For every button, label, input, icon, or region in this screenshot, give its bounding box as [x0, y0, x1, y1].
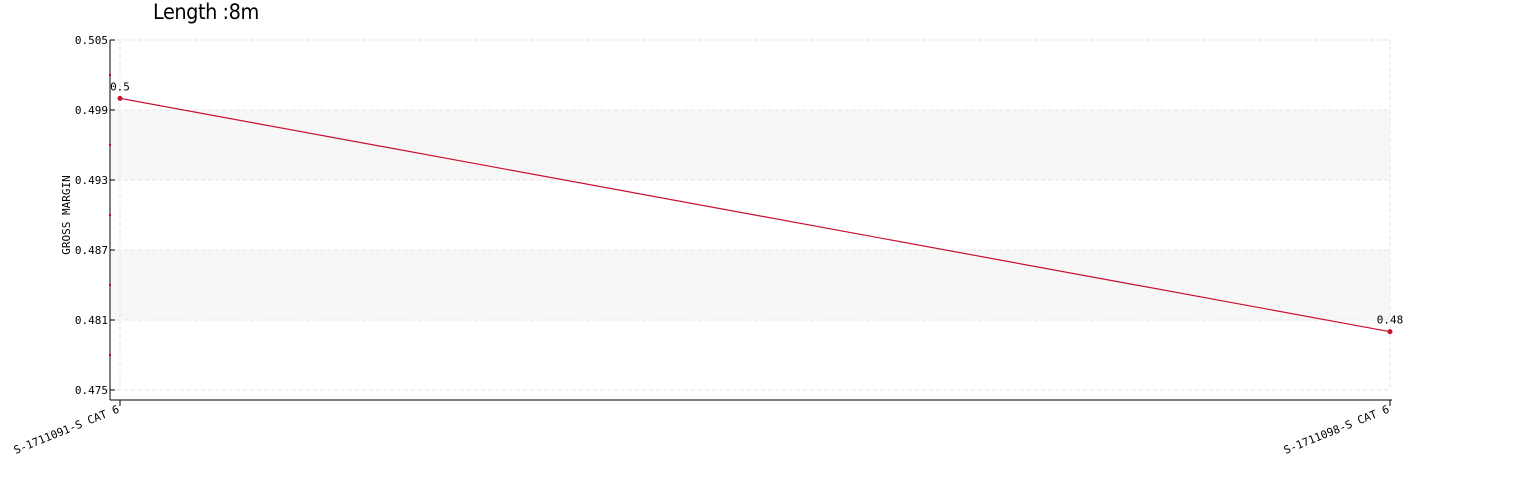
- data-point: [117, 95, 123, 101]
- chart-svg: 0.475 0.481 0.487 0.493 0.499 0.505 GROSS MARG…: [12, 34, 1404, 457]
- y-tick-label: 0.493: [75, 174, 108, 187]
- y-tick-label: 0.481: [75, 314, 108, 327]
- chart-title: Length :8m: [153, 0, 259, 24]
- data-label: 0.48: [1377, 314, 1404, 327]
- y-tick-label: 0.499: [75, 104, 108, 117]
- y-tick-label: 0.487: [75, 244, 108, 257]
- y-tick-label: 0.505: [75, 34, 108, 47]
- x-tick-label: S-1711091-S CAT 6: [12, 403, 121, 457]
- data-point: [1387, 329, 1393, 335]
- x-tick-label: S-1711098-S CAT 6: [1282, 403, 1391, 457]
- chart: Length :8m 0.475 0.481 0.487 0.493 0.499 0.50…: [0, 0, 1520, 480]
- grid-band: [110, 250, 1390, 320]
- grid-band: [110, 110, 1390, 180]
- y-tick-label: 0.475: [75, 384, 108, 397]
- y-axis-title: GROSS MARGIN: [60, 175, 73, 254]
- data-label: 0.5: [110, 80, 130, 93]
